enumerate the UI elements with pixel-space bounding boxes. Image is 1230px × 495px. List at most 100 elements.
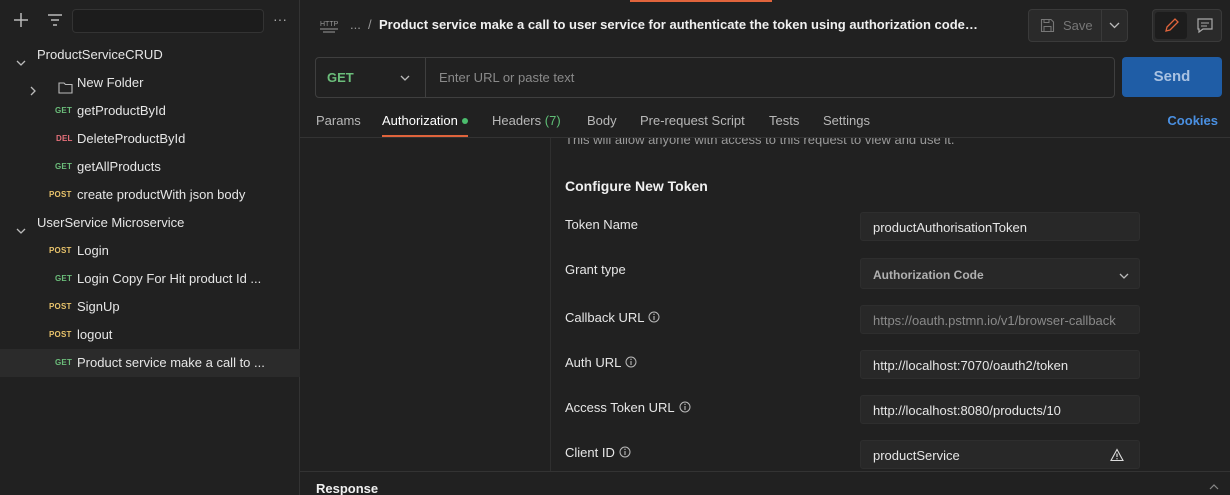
request-create-product[interactable]: POST create productWith json body (0, 181, 300, 209)
panel-divider (550, 138, 551, 471)
tab-tests[interactable]: Tests (769, 113, 799, 128)
auth-url-label: Auth URL (565, 355, 637, 370)
request-getproductbyid[interactable]: GET getProductById (0, 97, 300, 125)
authorization-panel: This will allow anyone with access to th… (300, 138, 1230, 471)
tab-body[interactable]: Body (587, 113, 617, 128)
client-id-field[interactable]: productService (860, 440, 1140, 469)
edit-mode-button[interactable] (1155, 12, 1187, 39)
tree-item-label: getAllProducts (77, 159, 161, 174)
tree-item-label: UserService Microservice (37, 215, 185, 230)
save-button-group: Save (1028, 9, 1128, 42)
tab-authorization[interactable]: Authorization (382, 113, 458, 128)
request-product-service-selected[interactable]: GET Product service make a call to ... (0, 349, 300, 377)
tree-item-label: ProductServiceCRUD (37, 47, 163, 62)
active-tab-indicator (630, 0, 772, 2)
sidebar-toolbar: ··· (0, 0, 300, 40)
access-token-url-value: http://localhost:8080/products/10 (873, 403, 1061, 418)
folder-new-folder[interactable]: New Folder (0, 69, 300, 97)
request-logout[interactable]: POST logout (0, 321, 300, 349)
tree-item-label: Login Copy For Hit product Id ... (77, 271, 262, 286)
request-login-copy[interactable]: GET Login Copy For Hit product Id ... (0, 265, 300, 293)
active-tab-underline (382, 135, 468, 137)
folder-icon (58, 76, 73, 94)
tree-item-label: getProductById (77, 103, 166, 118)
access-token-url-label-text: Access Token URL (565, 400, 675, 415)
save-label: Save (1063, 18, 1093, 33)
grant-type-select[interactable]: Authorization Code (860, 258, 1140, 289)
method-badge: GET (55, 274, 73, 283)
method-badge: POST (49, 330, 72, 339)
tree-item-label: logout (77, 327, 113, 342)
tab-pre-request-script[interactable]: Pre-request Script (640, 113, 745, 128)
auth-url-label-text: Auth URL (565, 355, 622, 370)
info-icon[interactable] (648, 311, 660, 323)
http-icon: HTTP (319, 16, 339, 34)
callback-url-field[interactable]: https://oauth.pstmn.io/v1/browser-callba… (860, 305, 1140, 334)
status-dot (462, 118, 468, 124)
save-button[interactable]: Save (1029, 10, 1102, 41)
url-input[interactable] (428, 58, 1108, 97)
collection-tree: ProductServiceCRUD New Folder GET getPro… (0, 41, 300, 377)
method-badge: GET (55, 358, 73, 367)
callback-url-value: https://oauth.pstmn.io/v1/browser-callba… (873, 313, 1116, 328)
sidebar: ··· ProductServiceCRUD New Folder GET ge… (0, 0, 300, 495)
share-notice: This will allow anyone with access to th… (565, 138, 955, 147)
chevron-down-icon[interactable] (16, 218, 26, 234)
filter-icon[interactable] (44, 9, 66, 31)
cookies-link[interactable]: Cookies (1167, 113, 1218, 128)
tree-item-label: New Folder (77, 75, 144, 90)
sidebar-search-input[interactable] (72, 9, 264, 33)
chevron-down-icon (1119, 269, 1129, 279)
info-icon[interactable] (619, 446, 631, 458)
method-select[interactable]: GET (316, 58, 426, 97)
warning-icon[interactable] (1110, 448, 1124, 462)
access-token-url-label: Access Token URL (565, 400, 691, 415)
tree-item-label: create productWith json body (77, 187, 246, 202)
tab-headers[interactable]: Headers (7) (492, 113, 561, 128)
auth-url-field[interactable]: http://localhost:7070/oauth2/token (860, 350, 1140, 379)
breadcrumb-ellipsis[interactable]: ... (350, 17, 361, 32)
access-token-url-field[interactable]: http://localhost:8080/products/10 (860, 395, 1140, 424)
tab-params[interactable]: Params (316, 113, 361, 128)
save-options-button[interactable] (1102, 10, 1127, 41)
info-icon[interactable] (625, 356, 637, 368)
section-title: Configure New Token (565, 178, 708, 194)
request-title[interactable]: Product service make a call to user serv… (379, 17, 979, 32)
info-icon[interactable] (679, 401, 691, 413)
send-button[interactable]: Send (1122, 57, 1222, 97)
svg-text:HTTP: HTTP (320, 21, 339, 28)
client-id-label: Client ID (565, 445, 631, 460)
auth-url-value: http://localhost:7070/oauth2/token (873, 358, 1069, 373)
chevron-right-icon[interactable] (28, 78, 38, 96)
request-signup[interactable]: POST SignUp (0, 293, 300, 321)
comments-button[interactable] (1189, 12, 1221, 39)
client-id-label-text: Client ID (565, 445, 615, 460)
method-value: GET (327, 70, 354, 85)
tree-item-label: Login (77, 243, 109, 258)
headers-count: (7) (544, 113, 561, 128)
request-deleteproductbyid[interactable]: DEL DeleteProductById (0, 125, 300, 153)
collection-userservice-microservice[interactable]: UserService Microservice (0, 209, 300, 237)
url-bar: GET (315, 57, 1115, 98)
tree-item-label: DeleteProductById (77, 131, 186, 146)
plus-icon[interactable] (10, 9, 32, 31)
response-pane[interactable]: Response (300, 471, 1230, 495)
request-header: HTTP ... / Product service make a call t… (300, 0, 1230, 50)
callback-url-label-text: Callback URL (565, 310, 645, 325)
more-options-icon[interactable]: ··· (270, 10, 290, 30)
token-name-field[interactable]: productAuthorisationToken (860, 212, 1140, 241)
grant-type-value: Authorization Code (873, 268, 984, 282)
callback-url-label: Callback URL (565, 310, 660, 325)
method-badge: GET (55, 162, 73, 171)
request-getallproducts[interactable]: GET getAllProducts (0, 153, 300, 181)
method-badge: DEL (56, 134, 73, 143)
chevron-down-icon[interactable] (16, 50, 26, 66)
collection-productservicecrud[interactable]: ProductServiceCRUD (0, 41, 300, 69)
request-tabs: Params Authorization Headers (7) Body Pr… (300, 104, 1230, 138)
request-login[interactable]: POST Login (0, 237, 300, 265)
chevron-up-icon[interactable] (1208, 481, 1220, 493)
save-icon (1040, 18, 1055, 33)
tab-settings[interactable]: Settings (823, 113, 870, 128)
method-badge: POST (49, 190, 72, 199)
token-name-label: Token Name (565, 217, 638, 232)
